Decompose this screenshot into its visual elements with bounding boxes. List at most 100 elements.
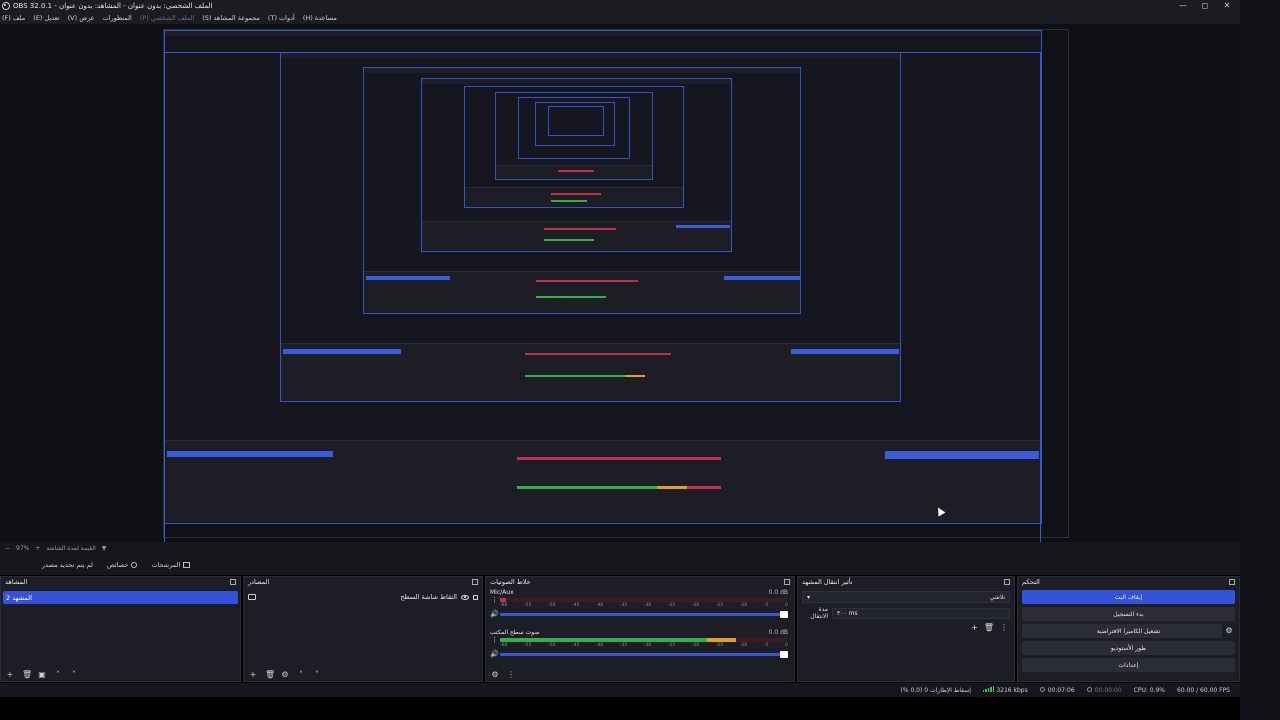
dock-float-icon[interactable] — [784, 579, 790, 585]
menu-docks[interactable]: المنظورات — [103, 14, 132, 22]
monitor-icon — [248, 594, 256, 600]
source-item[interactable]: التقاط شاشة السطح — [248, 591, 478, 603]
captured-screen-level-7 — [518, 97, 630, 159]
transition-select[interactable]: تلاشي ▾ — [802, 591, 1010, 603]
visibility-icon[interactable] — [461, 594, 469, 600]
dock-float-icon[interactable] — [1229, 579, 1235, 585]
move-down-icon[interactable]: ˅ — [313, 670, 321, 679]
menu-edit[interactable]: تعديل (E) — [33, 14, 59, 22]
dock-float-icon[interactable] — [230, 579, 236, 585]
scene-item[interactable]: المشهد 2 — [3, 591, 238, 604]
move-up-icon[interactable]: ˄ — [54, 670, 62, 679]
move-up-icon[interactable]: ˄ — [297, 670, 305, 679]
meter-tick-label: -15 — [715, 603, 724, 608]
meter-tick-label: -5 — [763, 603, 769, 608]
filter-icon — [183, 562, 191, 568]
controls-title: التحكم — [1022, 578, 1040, 586]
meter-tick-label: -55 — [523, 643, 532, 648]
properties-button[interactable]: خصائص — [107, 561, 138, 569]
trash-icon[interactable]: 🗑 — [984, 623, 994, 632]
meter-tick-label: -30 — [643, 643, 652, 648]
captured-screen-level-4 — [421, 78, 732, 252]
captured-screen-level-6 — [495, 92, 653, 180]
volume-slider[interactable] — [500, 611, 788, 618]
meter-tick-label: -20 — [691, 643, 700, 648]
preview-area[interactable] — [0, 24, 1240, 547]
virtual-camera-label: تشغيل الكاميرا الافتراضية — [1096, 627, 1161, 635]
duration-row: مدة الانتقال ۳۰۰ ms — [802, 606, 1010, 620]
menu-view[interactable]: عرض (V) — [68, 14, 95, 22]
chevron-down-icon[interactable]: ▼ — [102, 545, 107, 552]
duration-input[interactable]: ۳۰۰ ms — [832, 607, 1010, 619]
menu-icon[interactable]: ⋮ — [1000, 623, 1008, 632]
captured-screen-level-2 — [280, 52, 901, 402]
slider-handle[interactable] — [780, 611, 788, 618]
close-button[interactable]: ✕ — [1216, 0, 1238, 11]
minus-icon[interactable]: − — [5, 545, 10, 552]
menu-scene-collection[interactable]: مجموعة المشاهد (S) — [202, 14, 260, 22]
settings-button[interactable]: إعدادات — [1022, 658, 1235, 672]
meter-tick-label: -20 — [691, 603, 700, 608]
volume-slider[interactable] — [500, 651, 788, 658]
audio-mixer-dock: خلاط الصوتيات Mic/Aux 0.0 dB ⋮ -60 -55 -50… — [485, 576, 795, 682]
maximize-button[interactable]: ◻ — [1194, 0, 1216, 11]
move-down-icon[interactable]: ˅ — [70, 670, 78, 679]
add-icon[interactable]: + — [6, 670, 14, 679]
meter-tick-label: -40 — [595, 643, 604, 648]
dock-float-icon[interactable] — [1004, 579, 1010, 585]
menu-file[interactable]: ملف (F) — [2, 14, 25, 22]
meter-tick-label: -45 — [571, 643, 580, 648]
fps-readout: 60.00 / 60.00 FPS — [1177, 686, 1230, 694]
studio-mode-button[interactable]: طور الأستوديو — [1022, 641, 1235, 655]
menu-tools[interactable]: أدوات (T) — [268, 14, 295, 22]
gear-icon — [131, 562, 138, 568]
bitrate-status: 3216 kbps — [982, 686, 1028, 694]
volume-meter — [500, 638, 788, 642]
trash-icon[interactable]: 🗑 — [265, 670, 275, 679]
background-strip — [1240, 0, 1280, 720]
meter-tick-label: -55 — [523, 603, 532, 608]
meter-fill — [500, 598, 506, 602]
transitions-title: تأثير انتقال المشهد — [802, 578, 853, 586]
status-bar: إسقاط الإطارات 0 (0.0 %) 3216 kbps 00:07… — [0, 683, 1240, 697]
mixer-channel-desktop: صوت سطح المكتب 0.0 dB ⋮ -60 -55 -50 -45 -40-… — [490, 629, 790, 667]
meter-tick-label: -25 — [667, 603, 676, 608]
lock-icon[interactable] — [473, 594, 478, 600]
chevron-down-icon: ▾ — [807, 593, 811, 601]
meter-scale: -60 -55 -50 -45 -40 -35 -30 -25 -20 -15 -10 -5 0 — [500, 603, 788, 609]
mixer-menu-icon[interactable]: ⋮ — [507, 670, 515, 679]
sources-dock: المصادر التقاط شاشة السطح + 🗑 ⚙ ˄ ˅ — [243, 576, 483, 682]
menu-help[interactable]: مساعدة (H) — [303, 14, 337, 22]
trash-icon[interactable]: 🗑 — [22, 670, 32, 679]
plus-icon[interactable]: + — [35, 545, 40, 552]
stop-streaming-button[interactable]: إيقاف البث — [1022, 590, 1235, 604]
filter-icon[interactable]: ▣ — [38, 670, 46, 679]
cpu-usage: CPU: 0.9% — [1133, 686, 1166, 694]
gear-icon[interactable]: ⚙ — [281, 670, 289, 679]
meter-tick-label: -60 — [500, 603, 508, 608]
scenes-title: المشاهد — [5, 578, 28, 586]
preview-canvas[interactable] — [163, 29, 1069, 538]
captured-screen-level-9 — [548, 106, 604, 136]
dock-float-icon[interactable] — [472, 579, 478, 585]
mixer-settings-icon[interactable]: ⚙ — [491, 670, 499, 679]
channel-db: 0.0 dB — [768, 589, 788, 596]
filters-label: المرشحات — [151, 561, 181, 569]
rec-time-value: 00:00:00 — [1094, 686, 1122, 694]
stream-time-value: 00:07:06 — [1047, 686, 1075, 694]
zoom-level: 97% — [16, 545, 30, 552]
channel-menu-icon[interactable]: ⋮ — [491, 637, 498, 644]
speaker-icon[interactable]: 🔊 — [490, 610, 499, 618]
add-icon[interactable]: + — [971, 623, 978, 632]
filters-button[interactable]: المرشحات — [151, 561, 191, 569]
add-icon[interactable]: + — [249, 670, 257, 679]
channel-menu-icon[interactable]: ⋮ — [491, 597, 498, 604]
obs-logo-icon — [2, 1, 10, 10]
start-recording-button[interactable]: بدء التسجيل — [1022, 607, 1235, 621]
minimize-button[interactable]: — — [1172, 0, 1194, 11]
menu-profile[interactable]: الملف الشخصي (P) — [140, 14, 194, 22]
speaker-icon[interactable]: 🔊 — [490, 650, 499, 658]
virtual-camera-button[interactable]: تشغيل الكاميرا الافتراضية ⚙ — [1022, 624, 1236, 638]
slider-handle[interactable] — [780, 651, 788, 658]
gear-icon[interactable]: ⚙ — [1222, 624, 1236, 638]
